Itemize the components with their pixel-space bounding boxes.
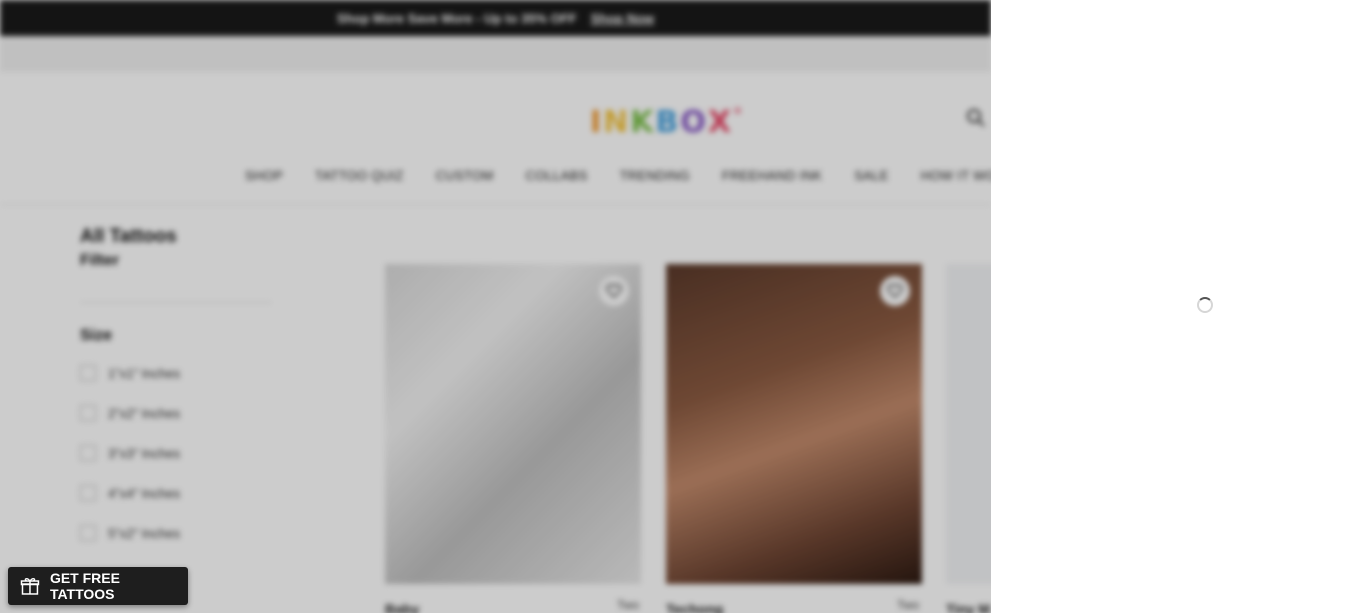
- gift-button-label: GET FREE TATTOOS: [49, 570, 120, 602]
- modal-backdrop[interactable]: [0, 0, 991, 613]
- background-page: Shop More Save More - Up to 35% OFF Shop…: [0, 0, 991, 613]
- loading-spinner-icon: [1197, 297, 1213, 313]
- side-panel-drawer: [991, 0, 1366, 613]
- get-free-tattoos-button[interactable]: GET FREE TATTOOS: [8, 567, 188, 605]
- gift-icon: [20, 578, 40, 595]
